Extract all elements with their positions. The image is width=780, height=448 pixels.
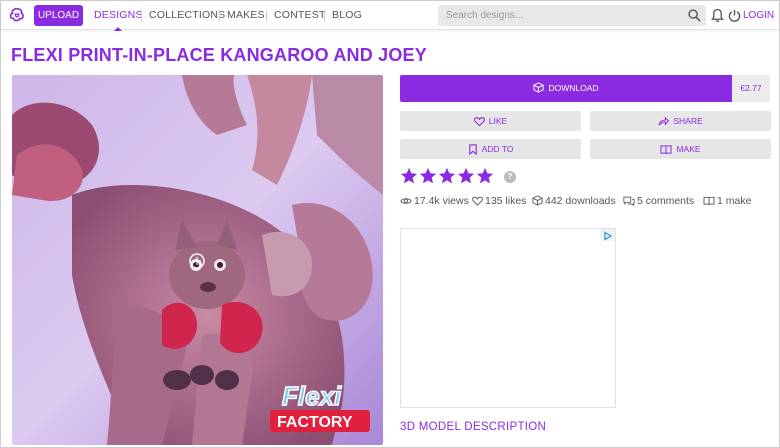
make-button[interactable]: MAKE bbox=[590, 139, 771, 159]
share-icon bbox=[658, 116, 670, 126]
add-to-label: ADD TO bbox=[481, 144, 514, 154]
download-label: DOWNLOAD bbox=[548, 83, 599, 93]
bell-icon[interactable] bbox=[711, 8, 724, 23]
downloads-stat: 442 downloads bbox=[532, 195, 616, 207]
comments-count: 5 comments bbox=[637, 195, 695, 207]
rating-help-icon[interactable]: ? bbox=[504, 171, 516, 183]
heart-icon bbox=[473, 117, 485, 127]
nav-link-blog[interactable]: BLOG bbox=[332, 1, 362, 30]
price-tag[interactable]: €2.77 bbox=[732, 75, 770, 102]
nav-link-designs[interactable]: DESIGNS bbox=[94, 1, 143, 31]
cults-logo-icon[interactable] bbox=[8, 6, 26, 24]
comments-stat: 5 comments bbox=[623, 195, 694, 207]
comments-icon bbox=[623, 196, 635, 207]
nav-link-collections[interactable]: COLLECTIONS bbox=[149, 1, 225, 30]
star-icon[interactable] bbox=[400, 167, 418, 185]
nav-separator bbox=[266, 10, 267, 22]
box-icon bbox=[533, 82, 545, 93]
likes-stat: 135 likes bbox=[472, 195, 526, 207]
page-title: FLEXI PRINT-IN-PLACE KANGAROO AND JOEY bbox=[11, 45, 427, 65]
star-icon[interactable] bbox=[419, 167, 437, 185]
like-button[interactable]: LIKE bbox=[400, 111, 581, 131]
share-label: SHARE bbox=[673, 116, 703, 126]
box-icon bbox=[532, 195, 543, 206]
heart-icon bbox=[472, 196, 483, 206]
book-icon bbox=[660, 145, 672, 155]
model-description-link[interactable]: 3D MODEL DESCRIPTION bbox=[400, 421, 546, 433]
adchoices-icon[interactable] bbox=[600, 229, 615, 241]
star-icon[interactable] bbox=[457, 167, 475, 185]
ad-slot[interactable] bbox=[400, 228, 616, 408]
search-input[interactable] bbox=[438, 5, 706, 26]
power-icon[interactable] bbox=[728, 9, 741, 22]
make-label: MAKE bbox=[676, 144, 701, 154]
views-count: 17.4k views bbox=[414, 195, 469, 207]
star-icon[interactable] bbox=[438, 167, 456, 185]
nav-separator bbox=[324, 10, 325, 22]
makes-stat: 1 make bbox=[703, 195, 751, 207]
share-button[interactable]: SHARE bbox=[590, 111, 771, 131]
upload-button[interactable]: UPLOAD bbox=[34, 5, 83, 26]
nav-link-contest[interactable]: CONTEST bbox=[274, 1, 326, 30]
add-to-button[interactable]: ADD TO bbox=[400, 139, 581, 159]
nav-separator bbox=[219, 10, 220, 22]
star-icon[interactable] bbox=[476, 167, 494, 185]
model-photo[interactable]: Flexi FACTORY bbox=[12, 75, 383, 445]
eye-icon bbox=[400, 198, 412, 204]
logo-text-flexi: Flexi bbox=[282, 381, 342, 411]
top-nav: UPLOAD DESIGNS COLLECTIONS MAKES CONTEST… bbox=[1, 1, 779, 31]
logo-text-factory: FACTORY bbox=[277, 414, 353, 431]
views-stat: 17.4k views bbox=[400, 195, 469, 207]
bookmark-icon bbox=[468, 144, 477, 156]
book-icon bbox=[703, 196, 715, 206]
download-button[interactable]: DOWNLOAD bbox=[400, 75, 732, 102]
login-link[interactable]: LOGIN bbox=[743, 1, 774, 30]
likes-count: 135 likes bbox=[485, 195, 527, 207]
search-icon[interactable] bbox=[688, 9, 701, 22]
nav-separator bbox=[141, 10, 142, 22]
nav-link-makes[interactable]: MAKES bbox=[227, 1, 265, 30]
like-label: LIKE bbox=[488, 116, 508, 126]
makes-count: 1 make bbox=[717, 195, 752, 207]
star-rating[interactable] bbox=[400, 167, 495, 187]
downloads-count: 442 downloads bbox=[545, 195, 616, 207]
